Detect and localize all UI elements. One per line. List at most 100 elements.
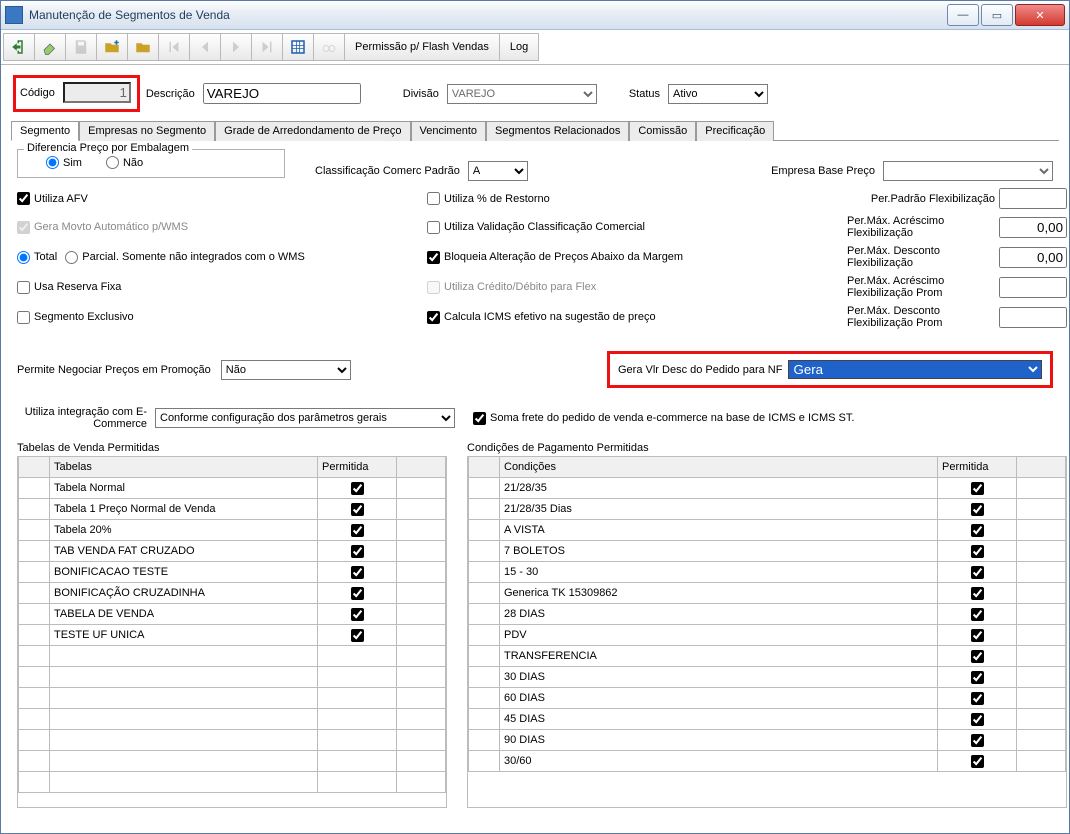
perm-checkbox[interactable] bbox=[971, 566, 984, 579]
table-row[interactable]: BONIFICAÇÃO CRUZADINHA bbox=[19, 583, 446, 604]
close-button[interactable]: ✕ bbox=[1015, 4, 1065, 26]
table-row[interactable]: 60 DIAS bbox=[469, 688, 1066, 709]
classif-select[interactable]: A bbox=[468, 161, 528, 181]
table-row[interactable]: 30/60 bbox=[469, 751, 1066, 772]
codigo-field[interactable] bbox=[63, 82, 131, 103]
table-row[interactable]: Generica TK 15309862 bbox=[469, 583, 1066, 604]
perm-checkbox[interactable] bbox=[971, 692, 984, 705]
table-row[interactable] bbox=[19, 646, 446, 667]
table-row[interactable] bbox=[19, 730, 446, 751]
diff-nao-radio[interactable]: Não bbox=[106, 156, 143, 169]
status-select[interactable]: Ativo bbox=[668, 84, 768, 104]
table-row[interactable]: 21/28/35 bbox=[469, 478, 1066, 499]
tabelas-grid[interactable]: Tabelas Permitida Tabela NormalTabela 1 … bbox=[17, 456, 447, 808]
flex-v2[interactable] bbox=[999, 217, 1067, 238]
perm-checkbox[interactable] bbox=[351, 629, 364, 642]
perm-checkbox[interactable] bbox=[971, 713, 984, 726]
table-row[interactable] bbox=[19, 688, 446, 709]
perm-checkbox[interactable] bbox=[971, 587, 984, 600]
toolbar-first-icon[interactable] bbox=[159, 33, 190, 61]
chk-soma-frete[interactable]: Soma frete do pedido de venda e-commerce… bbox=[473, 412, 854, 425]
flex-v1[interactable] bbox=[999, 188, 1067, 209]
table-row[interactable] bbox=[19, 667, 446, 688]
perm-checkbox[interactable] bbox=[971, 671, 984, 684]
table-row[interactable]: 28 DIAS bbox=[469, 604, 1066, 625]
tab-segmento[interactable]: Segmento bbox=[11, 121, 79, 141]
perm-checkbox[interactable] bbox=[971, 608, 984, 621]
flex-v4[interactable] bbox=[999, 277, 1067, 298]
perm-checkbox[interactable] bbox=[971, 650, 984, 663]
tab-vencimento[interactable]: Vencimento bbox=[411, 121, 486, 141]
radio-parcial[interactable]: Parcial. Somente não integrados com o WM… bbox=[65, 251, 305, 264]
perm-checkbox[interactable] bbox=[351, 524, 364, 537]
tab-segmentos-relacionados[interactable]: Segmentos Relacionados bbox=[486, 121, 629, 141]
table-row[interactable]: TAB VENDA FAT CRUZADO bbox=[19, 541, 446, 562]
permissao-button[interactable]: Permissão p/ Flash Vendas bbox=[345, 33, 500, 61]
table-row[interactable]: 45 DIAS bbox=[469, 709, 1066, 730]
maximize-button[interactable]: ▭ bbox=[981, 4, 1013, 26]
table-row[interactable]: 30 DIAS bbox=[469, 667, 1066, 688]
chk-seg-exclusivo[interactable]: Segmento Exclusivo bbox=[17, 311, 427, 324]
tab-precifica-o[interactable]: Precificação bbox=[696, 121, 774, 141]
toolbar-last-icon[interactable] bbox=[252, 33, 283, 61]
perm-checkbox[interactable] bbox=[351, 587, 364, 600]
table-row[interactable]: TABELA DE VENDA bbox=[19, 604, 446, 625]
chk-usa-reserva[interactable]: Usa Reserva Fixa bbox=[17, 281, 427, 294]
toolbar-grid-icon[interactable] bbox=[283, 33, 314, 61]
divisao-select[interactable]: VAREJO bbox=[447, 84, 597, 104]
toolbar-save-icon[interactable] bbox=[66, 33, 97, 61]
chk-bloqueia-alt[interactable]: Bloqueia Alteração de Preços Abaixo da M… bbox=[427, 251, 847, 264]
toolbar-binoculars-icon[interactable] bbox=[314, 33, 345, 61]
perm-checkbox[interactable] bbox=[351, 566, 364, 579]
table-row[interactable]: Tabela Normal bbox=[19, 478, 446, 499]
flex-v3[interactable] bbox=[999, 247, 1067, 268]
table-row[interactable]: BONIFICACAO TESTE bbox=[19, 562, 446, 583]
toolbar-open-plus-icon[interactable] bbox=[97, 33, 128, 61]
tab-grade-de-arredondamento-de-pre-o[interactable]: Grade de Arredondamento de Preço bbox=[215, 121, 410, 141]
perm-checkbox[interactable] bbox=[971, 755, 984, 768]
tab-comiss-o[interactable]: Comissão bbox=[629, 121, 696, 141]
ecom-select[interactable]: Conforme configuração dos parâmetros ger… bbox=[155, 408, 455, 428]
chk-util-valid-class[interactable]: Utiliza Validação Classificação Comercia… bbox=[427, 221, 847, 234]
toolbar-eraser-icon[interactable] bbox=[35, 33, 66, 61]
empresa-base-select[interactable] bbox=[883, 161, 1053, 181]
perm-checkbox[interactable] bbox=[971, 503, 984, 516]
table-row[interactable]: 7 BOLETOS bbox=[469, 541, 1066, 562]
perm-checkbox[interactable] bbox=[971, 734, 984, 747]
condicoes-grid[interactable]: Condições Permitida 21/28/3521/28/35 Dia… bbox=[467, 456, 1067, 808]
table-row[interactable]: PDV bbox=[469, 625, 1066, 646]
table-row[interactable]: TRANSFERENCIA bbox=[469, 646, 1066, 667]
chk-utiliza-afv[interactable]: Utiliza AFV bbox=[17, 192, 427, 205]
perm-checkbox[interactable] bbox=[971, 629, 984, 642]
perm-checkbox[interactable] bbox=[971, 545, 984, 558]
table-row[interactable]: 21/28/35 Dias bbox=[469, 499, 1066, 520]
geravlr-select[interactable]: Gera bbox=[788, 360, 1042, 379]
perm-checkbox[interactable] bbox=[971, 524, 984, 537]
perm-checkbox[interactable] bbox=[351, 608, 364, 621]
minimize-button[interactable]: — bbox=[947, 4, 979, 26]
table-row[interactable]: Tabela 1 Preço Normal de Venda bbox=[19, 499, 446, 520]
flex-v5[interactable] bbox=[999, 307, 1067, 328]
diff-sim-radio[interactable]: Sim bbox=[46, 156, 82, 169]
table-row[interactable]: A VISTA bbox=[469, 520, 1066, 541]
toolbar-prev-icon[interactable] bbox=[190, 33, 221, 61]
promo-select[interactable]: Não bbox=[221, 360, 351, 380]
perm-checkbox[interactable] bbox=[351, 545, 364, 558]
table-row[interactable] bbox=[19, 772, 446, 793]
toolbar-next-icon[interactable] bbox=[221, 33, 252, 61]
perm-checkbox[interactable] bbox=[971, 482, 984, 495]
toolbar-open-icon[interactable] bbox=[128, 33, 159, 61]
radio-total[interactable]: Total bbox=[17, 251, 57, 264]
table-row[interactable] bbox=[19, 709, 446, 730]
table-row[interactable]: 90 DIAS bbox=[469, 730, 1066, 751]
table-row[interactable]: Tabela 20% bbox=[19, 520, 446, 541]
toolbar-exit-icon[interactable] bbox=[3, 33, 35, 61]
chk-calc-icms[interactable]: Calcula ICMS efetivo na sugestão de preç… bbox=[427, 311, 847, 324]
table-row[interactable] bbox=[19, 751, 446, 772]
descricao-field[interactable] bbox=[203, 83, 361, 104]
tab-empresas-no-segmento[interactable]: Empresas no Segmento bbox=[79, 121, 215, 141]
table-row[interactable]: 15 - 30 bbox=[469, 562, 1066, 583]
chk-util-pct-estorno[interactable]: Utiliza % de Restorno bbox=[427, 192, 847, 205]
perm-checkbox[interactable] bbox=[351, 503, 364, 516]
perm-checkbox[interactable] bbox=[351, 482, 364, 495]
